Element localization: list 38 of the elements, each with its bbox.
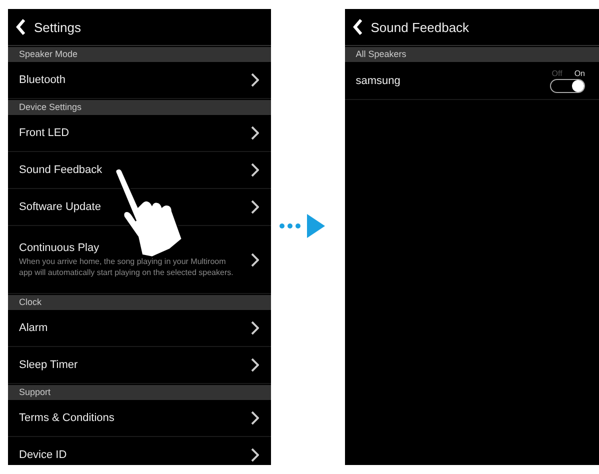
chevron-icon bbox=[251, 163, 260, 177]
back-icon[interactable] bbox=[352, 19, 363, 35]
section-header: Clock bbox=[8, 295, 272, 310]
chevron-icon bbox=[251, 252, 260, 266]
settings-item[interactable]: Device ID bbox=[8, 437, 272, 465]
item-description: When you arrive home, the song playing in your Multiroom app will automatically start playing on the selected speakers. bbox=[19, 256, 234, 278]
back-icon[interactable] bbox=[16, 19, 26, 35]
section-header: Device Settings bbox=[8, 100, 272, 115]
chevron-icon bbox=[251, 200, 260, 214]
section-header: All Speakers bbox=[344, 47, 599, 62]
section-header: Support bbox=[8, 385, 272, 400]
section-header: Speaker Mode bbox=[8, 47, 272, 62]
chevron-icon bbox=[251, 411, 260, 425]
screen-title: Settings bbox=[34, 20, 81, 34]
settings-item[interactable]: Front LED bbox=[8, 115, 272, 152]
item-label: Device ID bbox=[19, 449, 67, 461]
speaker-name: samsung bbox=[356, 74, 400, 86]
chevron-icon bbox=[251, 126, 260, 140]
item-label: Front LED bbox=[19, 127, 70, 139]
chevron-icon bbox=[251, 448, 260, 462]
off-label: Off bbox=[552, 68, 562, 78]
item-label: Software Update bbox=[19, 201, 101, 213]
item-label: Bluetooth bbox=[19, 74, 66, 86]
item-label: Alarm bbox=[19, 322, 48, 334]
item-label: Sleep Timer bbox=[19, 359, 78, 371]
settings-item[interactable]: Terms & Conditions bbox=[8, 400, 272, 437]
settings-item[interactable]: Alarm bbox=[8, 310, 272, 347]
chevron-icon bbox=[251, 358, 260, 372]
item-label: Continuous Play bbox=[19, 242, 100, 254]
toggle-switch[interactable] bbox=[550, 78, 585, 92]
on-label: On bbox=[574, 68, 585, 78]
screen-title: Sound Feedback bbox=[370, 20, 470, 34]
settings-item[interactable]: Sleep Timer bbox=[8, 347, 272, 384]
chevron-icon bbox=[251, 321, 260, 335]
item-label: Terms & Conditions bbox=[19, 412, 114, 424]
settings-item[interactable]: Bluetooth bbox=[8, 62, 272, 99]
item-label: Sound Feedback bbox=[19, 164, 102, 176]
chevron-icon bbox=[251, 73, 260, 87]
